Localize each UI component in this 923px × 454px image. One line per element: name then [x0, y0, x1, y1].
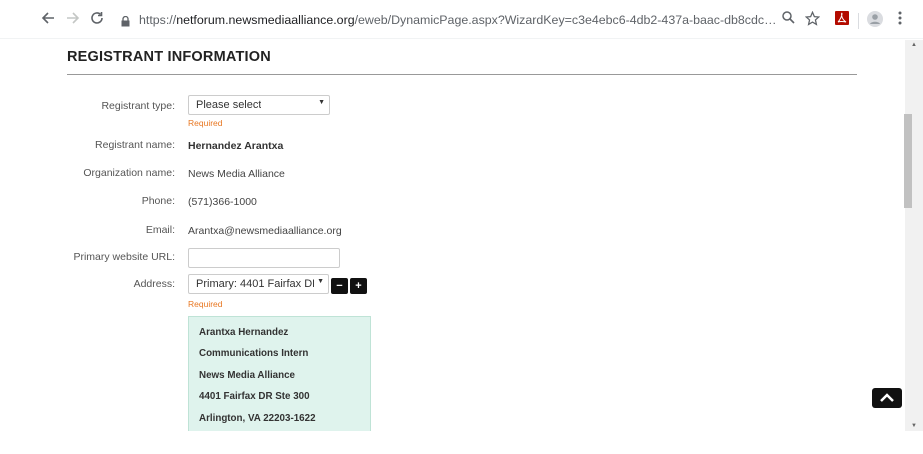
website-label: Primary website URL:: [73, 251, 175, 263]
dropdown-arrow-icon: ▼: [318, 99, 325, 106]
registrant-name-value: Hernandez Arantxa: [188, 140, 284, 152]
remove-address-button[interactable]: −: [331, 278, 348, 294]
address-line: Communications Intern: [199, 348, 309, 359]
registrant-name-label: Registrant name:: [95, 139, 175, 151]
toolbar-divider: [0, 38, 923, 39]
registrant-type-select[interactable]: Please select ▼: [188, 95, 330, 115]
organization-name-value: News Media Alliance: [188, 168, 285, 180]
toolbar-separator: [858, 13, 859, 29]
organization-name-label: Organization name:: [83, 167, 175, 179]
add-address-button[interactable]: +: [350, 278, 367, 294]
email-label: Email:: [145, 224, 175, 236]
address-select[interactable]: Primary: 4401 Fairfax DR Ste 300 ▼: [188, 274, 329, 294]
back-icon[interactable]: [39, 11, 57, 29]
address-line: Arantxa Hernandez: [199, 327, 289, 338]
address-select-value: Primary: 4401 Fairfax DR Ste 300: [196, 278, 314, 290]
scrollbar-thumb[interactable]: [904, 114, 912, 208]
profile-avatar-icon[interactable]: [866, 11, 884, 29]
address-line: News Media Alliance: [199, 370, 296, 381]
scroll-up-arrow-icon[interactable]: ▲: [905, 40, 923, 50]
registrant-type-value: Please select: [196, 99, 262, 111]
plus-icon: +: [355, 280, 362, 292]
zoom-icon[interactable]: [780, 11, 796, 29]
browser-toolbar: https://netforum.newsmediaalliance.org/e…: [0, 0, 923, 40]
vertical-scrollbar[interactable]: [905, 40, 923, 431]
pdf-extension-icon[interactable]: [834, 11, 850, 29]
registrant-type-label: Registrant type:: [101, 100, 175, 112]
window-bottom: [0, 431, 923, 454]
dropdown-arrow-icon: ▼: [317, 278, 324, 285]
menu-kebab-icon[interactable]: [894, 11, 906, 29]
section-divider: [67, 74, 857, 75]
website-input[interactable]: [188, 248, 340, 268]
scroll-down-arrow-icon[interactable]: ▼: [905, 421, 923, 431]
reload-icon[interactable]: [88, 11, 106, 29]
forward-icon[interactable]: [64, 11, 82, 29]
address-label: Address:: [133, 278, 175, 290]
chevron-up-icon: [880, 393, 894, 402]
bookmark-star-icon[interactable]: [804, 10, 820, 29]
address-bar[interactable]: https://netforum.newsmediaalliance.org/e…: [113, 9, 826, 33]
email-value: Arantxa@newsmediaalliance.org: [188, 225, 342, 237]
url-text: https://netforum.newsmediaalliance.org/e…: [139, 13, 779, 27]
address-card: Arantxa Hernandez Communications Intern …: [188, 316, 371, 431]
address-required: Required: [188, 299, 223, 309]
section-title: REGISTRANT INFORMATION: [67, 49, 271, 65]
address-line: Arlington, VA 22203-1622: [199, 413, 316, 424]
lock-icon: [121, 14, 130, 32]
phone-label: Phone:: [141, 195, 175, 207]
back-to-top-button[interactable]: [872, 388, 902, 408]
page-content: REGISTRANT INFORMATION Registrant type: …: [0, 40, 905, 431]
registrant-type-required: Required: [188, 118, 223, 128]
phone-value: (571)366-1000: [188, 196, 257, 208]
address-line: 4401 Fairfax DR Ste 300: [199, 391, 310, 402]
minus-icon: −: [336, 280, 343, 292]
